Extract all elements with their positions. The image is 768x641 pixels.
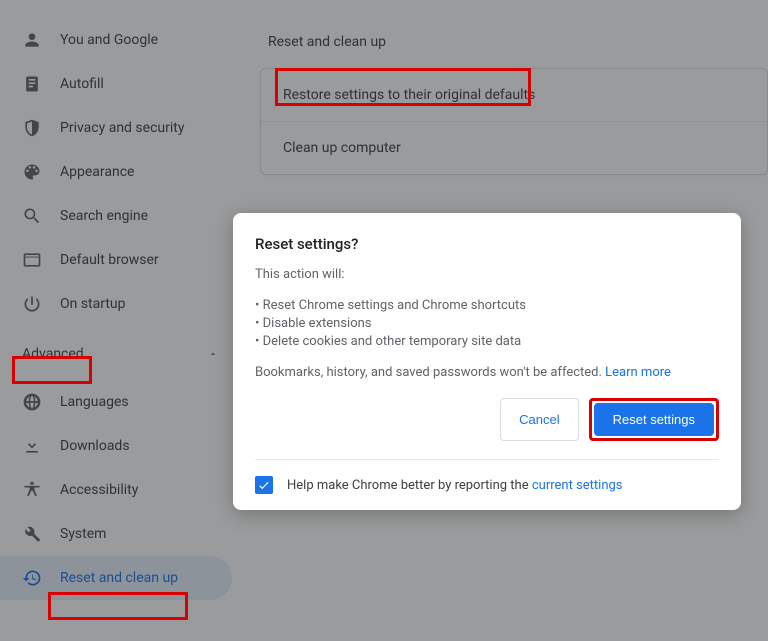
note-text: Bookmarks, history, and saved passwords … [255, 365, 605, 380]
check-icon [257, 478, 271, 492]
highlight-reset-button: Reset settings [589, 398, 719, 441]
dialog-footer: Help make Chrome better by reporting the… [255, 459, 719, 494]
dialog-subtitle: This action will: [255, 267, 719, 282]
dialog-bullet: • Disable extensions [255, 316, 719, 331]
cancel-button[interactable]: Cancel [500, 398, 578, 441]
dialog-bullet: • Delete cookies and other temporary sit… [255, 334, 719, 349]
dialog-note: Bookmarks, history, and saved passwords … [255, 365, 719, 380]
bullet-text: Delete cookies and other temporary site … [263, 334, 522, 349]
dialog-buttons: Cancel Reset settings [255, 398, 719, 441]
bullet-text: Disable extensions [263, 316, 372, 331]
report-checkbox[interactable] [255, 476, 273, 494]
dialog-bullet: • Reset Chrome settings and Chrome short… [255, 298, 719, 313]
reset-settings-button[interactable]: Reset settings [594, 403, 714, 436]
bullet-text: Reset Chrome settings and Chrome shortcu… [263, 298, 526, 313]
reset-settings-dialog: Reset settings? This action will: • Rese… [233, 213, 741, 510]
dialog-title: Reset settings? [255, 235, 719, 253]
footer-text: Help make Chrome better by reporting the… [287, 478, 623, 493]
dialog-bullets: • Reset Chrome settings and Chrome short… [255, 298, 719, 349]
footer-prefix: Help make Chrome better by reporting the [287, 478, 532, 493]
learn-more-link[interactable]: Learn more [605, 365, 671, 380]
current-settings-link[interactable]: current settings [532, 478, 623, 493]
